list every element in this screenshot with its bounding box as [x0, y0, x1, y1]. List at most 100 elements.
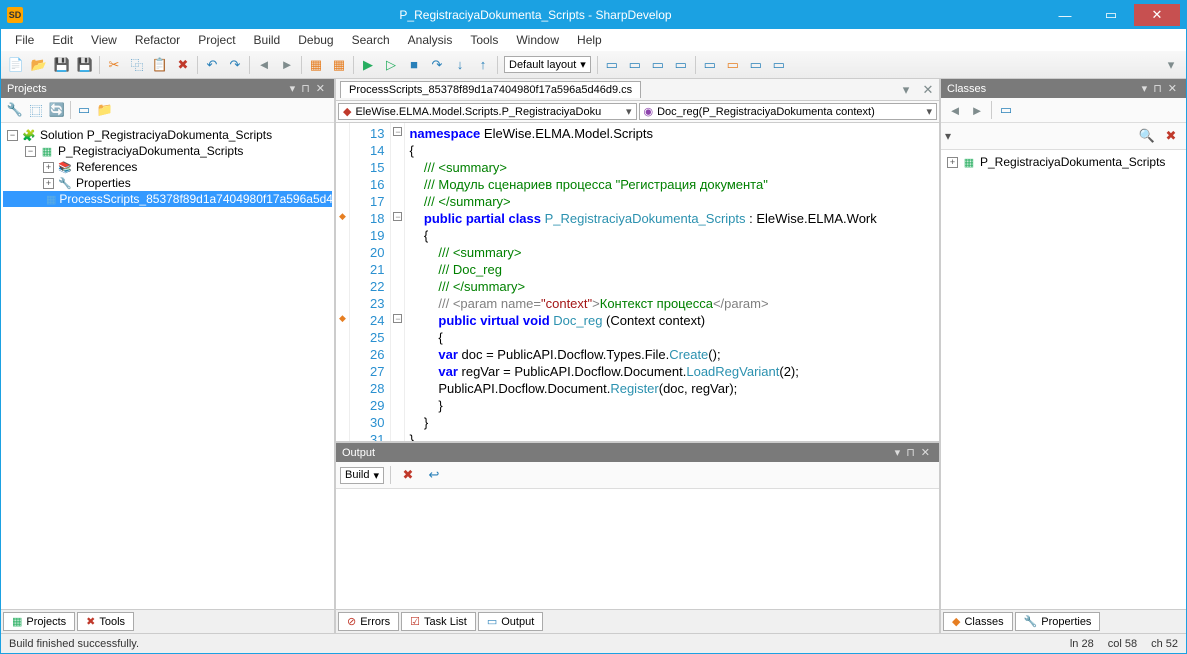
class-search-icon[interactable]: 🔍 [1136, 125, 1158, 147]
clear-output-icon[interactable]: ✖ [397, 464, 419, 486]
nav-fwd-icon[interactable]: ► [276, 54, 298, 76]
tab-tools[interactable]: ✖Tools [77, 612, 134, 631]
panel-menu-icon[interactable]: ▾ [287, 82, 299, 95]
sync-icon[interactable]: 📁 [95, 100, 115, 120]
output-source-dropdown[interactable]: Build▾ [340, 467, 384, 484]
save-all-icon[interactable]: 💾 [74, 54, 96, 76]
file-node-selected[interactable]: ▦ProcessScripts_85378f89d1a7404980f17a59… [3, 191, 332, 207]
delete-icon[interactable]: ✖ [172, 54, 194, 76]
statusbar: Build finished successfully. ln 28 col 5… [1, 633, 1186, 653]
show-all-icon[interactable]: ⿴ [26, 100, 46, 120]
menu-project[interactable]: Project [190, 31, 243, 49]
output-close-icon[interactable]: ✕ [918, 446, 933, 459]
output-panel: Output ▾ ⊓ ✕ Build▾ ✖ ↩ [336, 441, 939, 609]
menubar: FileEditViewRefactorProjectBuildDebugSea… [1, 29, 1186, 51]
maximize-button[interactable]: ▭ [1088, 4, 1134, 26]
tab-classes[interactable]: ◆Classes [943, 612, 1013, 631]
main-toolbar: 📄 📂 💾 💾 ✂ ⿻ 📋 ✖ ↶ ↷ ◄ ► ▦ ▦ ▶ ▷ ■ ↷ ↓ ↑ [1, 51, 1186, 79]
tab-close-icon[interactable]: ✕ [917, 79, 939, 101]
tool-icon-3[interactable]: ▭ [647, 54, 669, 76]
menu-debug[interactable]: Debug [290, 31, 341, 49]
class-clear-icon[interactable]: ✖ [1160, 125, 1182, 147]
class-search-more-icon[interactable]: ▾ [945, 129, 951, 143]
menu-build[interactable]: Build [246, 31, 289, 49]
minimize-button[interactable]: — [1042, 4, 1088, 26]
refresh-icon[interactable]: 🔄 [47, 100, 67, 120]
menu-help[interactable]: Help [569, 31, 610, 49]
classes-menu-icon[interactable]: ▾ [1139, 82, 1151, 95]
tab-projects[interactable]: ▦Projects [3, 612, 75, 631]
project-node[interactable]: −▦P_RegistraciyaDokumenta_Scripts [3, 143, 332, 159]
tool-icon-5[interactable]: ▭ [699, 54, 721, 76]
member-dropdown[interactable]: ◉Doc_reg(P_RegistraciyaDokumenta context… [639, 103, 938, 120]
output-pin-icon[interactable]: ⊓ [903, 446, 918, 459]
menu-refactor[interactable]: Refactor [127, 31, 188, 49]
titlebar: SD P_RegistraciyaDokumenta_Scripts - Sha… [1, 1, 1186, 29]
classes-close-icon[interactable]: ✕ [1165, 82, 1180, 95]
step-out-icon[interactable]: ↑ [472, 54, 494, 76]
solution-node[interactable]: −🧩Solution P_RegistraciyaDokumenta_Scrip… [3, 127, 332, 143]
layout-dropdown[interactable]: Default layout▾ [504, 56, 591, 73]
tab-properties[interactable]: 🔧Properties [1015, 612, 1101, 631]
tab-output[interactable]: ▭Output [478, 612, 543, 631]
menu-tools[interactable]: Tools [462, 31, 506, 49]
tool-icon-4[interactable]: ▭ [670, 54, 692, 76]
cut-icon[interactable]: ✂ [103, 54, 125, 76]
pin-icon[interactable]: ⊓ [298, 82, 313, 95]
class-back-icon[interactable]: ◄ [945, 100, 965, 120]
stop-icon[interactable]: ■ [403, 54, 425, 76]
paste-icon[interactable]: 📋 [149, 54, 171, 76]
toolbar-overflow-icon[interactable]: ▾ [1160, 54, 1182, 76]
class-tool-icon[interactable]: ▭ [996, 100, 1016, 120]
save-icon[interactable]: 💾 [51, 54, 73, 76]
wrap-output-icon[interactable]: ↩ [423, 464, 445, 486]
run-nodebug-icon[interactable]: ▷ [380, 54, 402, 76]
tab-tasklist[interactable]: ☑Task List [401, 612, 476, 631]
tool-icon-6[interactable]: ▭ [722, 54, 744, 76]
projects-header: Projects ▾ ⊓ ✕ [1, 79, 334, 98]
namespace-dropdown[interactable]: ◆EleWise.ELMA.Model.Scripts.P_Registraci… [338, 103, 637, 120]
copy-icon[interactable]: ⿻ [126, 54, 148, 76]
menu-window[interactable]: Window [508, 31, 567, 49]
panel-close-icon[interactable]: ✕ [313, 82, 328, 95]
step-into-icon[interactable]: ↓ [449, 54, 471, 76]
output-body[interactable] [336, 489, 939, 609]
classes-tree[interactable]: +▦P_RegistraciyaDokumenta_Scripts [941, 150, 1186, 609]
class-fwd-icon[interactable]: ► [967, 100, 987, 120]
close-button[interactable]: ✕ [1134, 4, 1180, 26]
menu-analysis[interactable]: Analysis [400, 31, 461, 49]
tool-icon-7[interactable]: ▭ [745, 54, 767, 76]
menu-search[interactable]: Search [344, 31, 398, 49]
open-icon[interactable]: 📂 [28, 54, 50, 76]
tab-menu-icon[interactable]: ▾ [895, 79, 917, 101]
comment-icon[interactable]: ▦ [305, 54, 327, 76]
collapse-icon[interactable]: ▭ [74, 100, 94, 120]
properties-icon[interactable]: 🔧 [5, 100, 25, 120]
projects-tree[interactable]: −🧩Solution P_RegistraciyaDokumenta_Scrip… [1, 123, 334, 609]
run-icon[interactable]: ▶ [357, 54, 379, 76]
classes-panel: Classes ▾ ⊓ ✕ ◄ ► ▭ ▾ 🔍 ✖ +▦P_Regi [941, 79, 1186, 633]
app-icon: SD [7, 7, 23, 23]
tab-errors[interactable]: ⊘Errors [338, 612, 399, 631]
menu-file[interactable]: File [7, 31, 42, 49]
editor-tab[interactable]: ProcessScripts_85378f89d1a7404980f17a596… [340, 81, 641, 98]
status-col: col 58 [1108, 638, 1137, 650]
output-menu-icon[interactable]: ▾ [892, 446, 904, 459]
tool-icon-8[interactable]: ▭ [768, 54, 790, 76]
properties-node[interactable]: +🔧Properties [3, 175, 332, 191]
references-node[interactable]: +📚References [3, 159, 332, 175]
step-over-icon[interactable]: ↷ [426, 54, 448, 76]
projects-panel: Projects ▾ ⊓ ✕ 🔧 ⿴ 🔄 ▭ 📁 −🧩Solution P_Re… [1, 79, 336, 633]
code-editor[interactable]: ◆◆ 1314151617181920212223242526272829303… [336, 123, 939, 441]
new-file-icon[interactable]: 📄 [5, 54, 27, 76]
menu-edit[interactable]: Edit [44, 31, 81, 49]
tool-icon-1[interactable]: ▭ [601, 54, 623, 76]
tool-icon-2[interactable]: ▭ [624, 54, 646, 76]
redo-icon[interactable]: ↷ [224, 54, 246, 76]
classes-pin-icon[interactable]: ⊓ [1150, 82, 1165, 95]
menu-view[interactable]: View [83, 31, 125, 49]
uncomment-icon[interactable]: ▦ [328, 54, 350, 76]
undo-icon[interactable]: ↶ [201, 54, 223, 76]
nav-back-icon[interactable]: ◄ [253, 54, 275, 76]
class-root-node[interactable]: +▦P_RegistraciyaDokumenta_Scripts [943, 154, 1184, 170]
